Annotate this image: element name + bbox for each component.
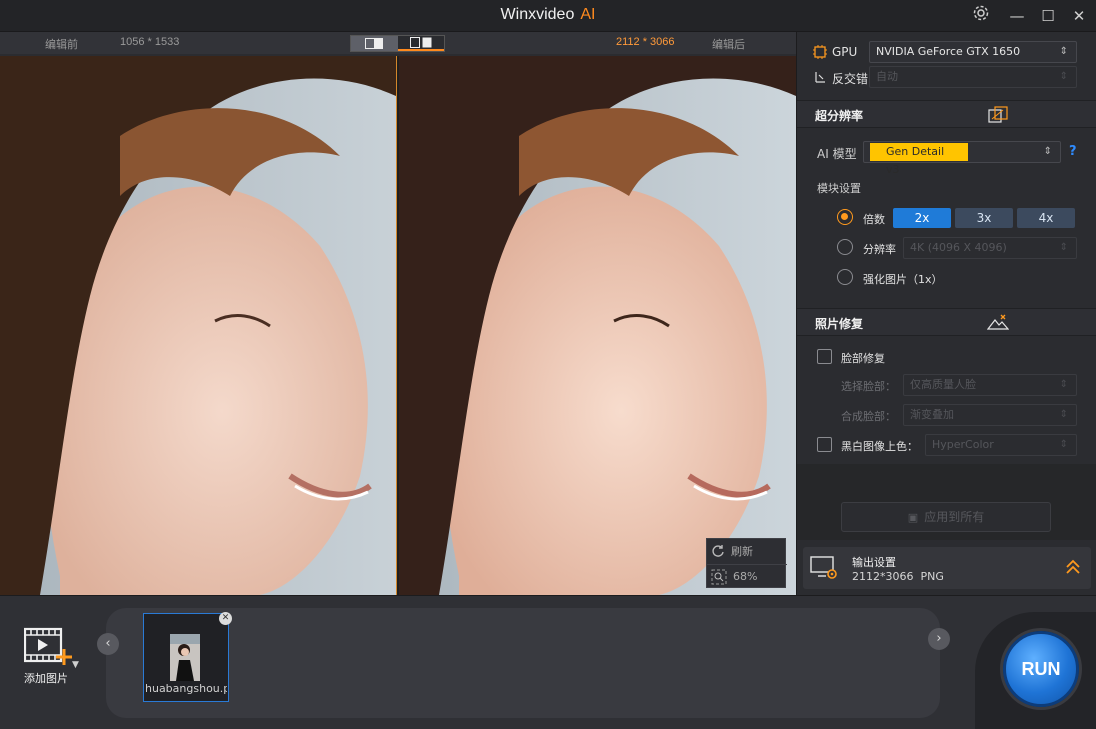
expand-up-icon[interactable] bbox=[1065, 559, 1081, 575]
next-arrow-icon[interactable]: › bbox=[928, 628, 950, 650]
scale-3x-button[interactable]: 3x bbox=[955, 208, 1013, 228]
enhance-radio[interactable] bbox=[837, 269, 853, 285]
photo-repair-title: 照片修复 bbox=[815, 317, 864, 331]
prev-arrow-icon[interactable]: ‹ bbox=[97, 633, 119, 655]
settings-icon[interactable] bbox=[967, 4, 995, 28]
zoom-level[interactable]: 68% bbox=[707, 564, 787, 588]
maximize-button[interactable]: ☐ bbox=[1034, 4, 1062, 28]
apply-all-label: 应用到所有 bbox=[924, 510, 985, 524]
zoom-icon bbox=[711, 569, 727, 584]
remove-file-icon[interactable]: ✕ bbox=[219, 612, 232, 625]
before-image[interactable] bbox=[0, 56, 396, 595]
gpu-label: GPU bbox=[832, 45, 858, 59]
add-image-button[interactable] bbox=[23, 627, 74, 667]
resolution-label: 分辨率 bbox=[863, 243, 896, 256]
app-title-main: Winxvideo bbox=[500, 6, 575, 23]
add-dropdown-icon[interactable]: ▼ bbox=[72, 660, 79, 670]
before-label: 编辑前 bbox=[45, 38, 78, 51]
zoom-controls: 刷新 68% bbox=[706, 538, 787, 588]
scale-4x-button[interactable]: 4x bbox=[1017, 208, 1075, 228]
output-settings-icon bbox=[810, 556, 837, 579]
deinterlace-icon bbox=[815, 72, 825, 83]
close-button[interactable]: ✕ bbox=[1065, 4, 1093, 28]
gpu-icon bbox=[813, 45, 827, 59]
merge-face-value: 渐变叠加 bbox=[910, 408, 954, 421]
thumbnail-image bbox=[170, 634, 200, 681]
side-by-side-button[interactable] bbox=[397, 36, 444, 51]
scale-2x-button[interactable]: 2x bbox=[893, 208, 951, 228]
ai-model-value: Gen Detail v3 bbox=[870, 143, 968, 176]
settings-panel: GPU NVIDIA GeForce GTX 1650 ⇕ 反交错 自动 ⇕ 超分辨… bbox=[796, 32, 1096, 595]
select-face-value: 仅高质量人脸 bbox=[910, 378, 976, 391]
add-image-label: 添加图片 bbox=[24, 672, 68, 685]
zoom-label: 68% bbox=[733, 570, 758, 583]
resolution-select[interactable]: 4K (4096 X 4096) ⇕ bbox=[903, 237, 1077, 259]
split-view-button[interactable] bbox=[351, 36, 398, 51]
deinterlace-value: 自动 bbox=[876, 70, 898, 83]
app-title-ai: AI bbox=[580, 6, 596, 23]
resolution-value: 4K (4096 X 4096) bbox=[910, 241, 1007, 254]
gpu-select[interactable]: NVIDIA GeForce GTX 1650 ⇕ bbox=[869, 41, 1077, 63]
colorize-select[interactable]: HyperColor ⇕ bbox=[925, 434, 1077, 456]
super-resolution-title: 超分辨率 bbox=[815, 109, 864, 123]
colorize-checkbox[interactable] bbox=[817, 437, 832, 452]
select-face-select[interactable]: 仅高质量人脸 ⇕ bbox=[903, 374, 1077, 396]
ai-model-select[interactable]: Gen Detail v3 ⇕ bbox=[863, 141, 1061, 176]
apply-icon: ▣ bbox=[907, 511, 919, 524]
after-size: 2112 * 3066 bbox=[616, 36, 675, 48]
scale-label: 倍数 bbox=[863, 213, 885, 226]
deinterlace-select[interactable]: 自动 ⇕ bbox=[869, 66, 1077, 88]
face-repair-checkbox[interactable] bbox=[817, 349, 832, 364]
resolution-radio[interactable] bbox=[837, 239, 853, 255]
output-settings[interactable]: 输出设置 2112*3066 PNG bbox=[803, 547, 1091, 589]
output-title: 输出设置 bbox=[852, 556, 896, 569]
apply-all-button[interactable]: ▣ 应用到所有 bbox=[841, 502, 1051, 532]
refresh-icon bbox=[712, 545, 724, 557]
add-image-icon bbox=[23, 627, 72, 665]
deinterlace-label: 反交错 bbox=[832, 72, 869, 86]
after-image[interactable] bbox=[399, 56, 796, 595]
scale-radio[interactable] bbox=[837, 209, 853, 225]
thumbnail-filename: huabangshou.png bbox=[145, 682, 227, 695]
merge-face-select[interactable]: 渐变叠加 ⇕ bbox=[903, 404, 1077, 426]
refresh-label: 刷新 bbox=[731, 545, 753, 558]
merge-face-label: 合成脸部： bbox=[841, 410, 896, 423]
after-label: 编辑后 bbox=[712, 38, 745, 51]
colorize-label: 黑白图像上色： bbox=[841, 440, 918, 453]
colorize-value: HyperColor bbox=[932, 438, 994, 451]
select-face-label: 选择脸部： bbox=[841, 380, 896, 393]
view-toggle[interactable] bbox=[350, 35, 445, 52]
face-repair-label: 脸部修复 bbox=[841, 352, 885, 365]
minimize-button[interactable]: — bbox=[1003, 4, 1031, 28]
app-title: Winxvideo AI bbox=[0, 6, 1096, 24]
help-icon[interactable]: ? bbox=[1069, 144, 1077, 159]
refresh-button[interactable]: 刷新 bbox=[707, 539, 787, 563]
file-strip bbox=[106, 608, 940, 718]
updown-icon: ⇕ bbox=[1059, 46, 1068, 57]
enhance-label: 强化图片（1x） bbox=[863, 273, 943, 286]
upscale-icon bbox=[988, 106, 1008, 123]
ai-model-label: AI 模型 bbox=[817, 147, 857, 161]
module-settings-label: 模块设置 bbox=[817, 182, 861, 195]
photo-repair-icon bbox=[987, 314, 1009, 330]
run-button[interactable]: RUN bbox=[1003, 631, 1079, 707]
before-size: 1056 * 1533 bbox=[120, 36, 180, 48]
output-details: 2112*3066 PNG bbox=[852, 570, 944, 583]
gpu-value: NVIDIA GeForce GTX 1650 bbox=[876, 45, 1021, 58]
